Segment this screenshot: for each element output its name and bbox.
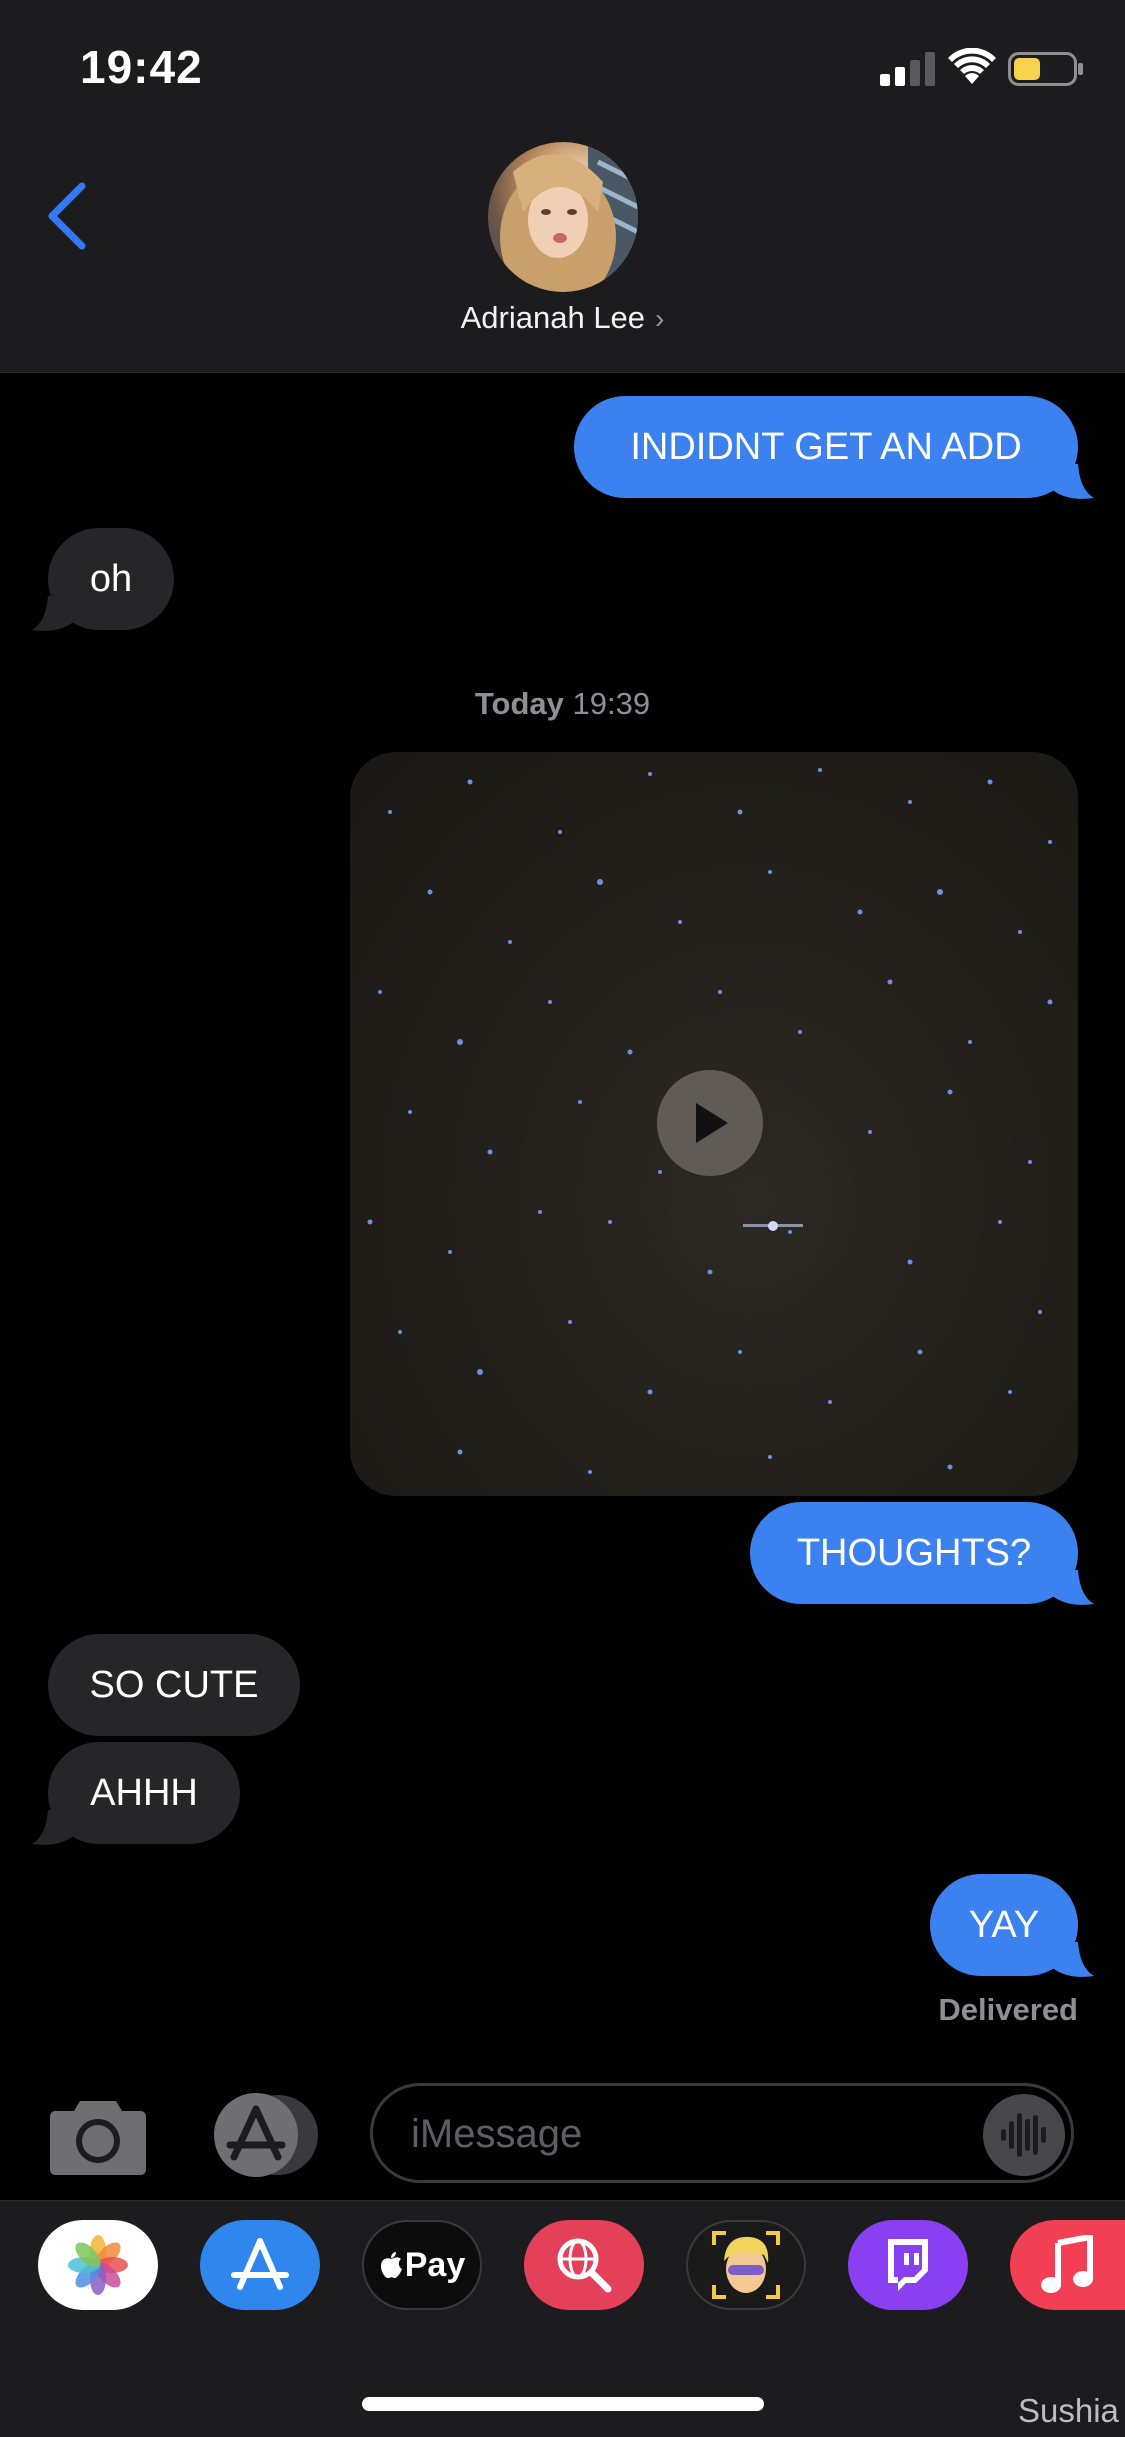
app-store-logo-icon <box>231 2238 289 2290</box>
search-images-app-button[interactable] <box>524 2220 644 2310</box>
photos-app-button[interactable] <box>38 2220 158 2310</box>
video-play-button[interactable] <box>657 1070 763 1176</box>
twitch-app-button[interactable] <box>848 2220 968 2310</box>
message-text: YAY <box>968 1904 1040 1946</box>
message-text-field[interactable] <box>409 2086 973 2182</box>
memoji-icon <box>712 2231 780 2299</box>
bubble-tail <box>32 596 76 631</box>
contact-avatar[interactable] <box>488 142 638 292</box>
waveform-icon <box>1001 2113 1046 2157</box>
camera-icon[interactable] <box>50 2095 146 2175</box>
photos-icon <box>68 2235 128 2295</box>
timestamp-time: 19:39 <box>572 686 651 721</box>
battery-icon <box>1008 52 1083 86</box>
bubble-tail <box>1050 1942 1094 1977</box>
bubble-tail <box>1050 1570 1094 1605</box>
home-indicator[interactable] <box>362 2397 764 2411</box>
bubble-tail <box>32 1810 76 1845</box>
contact-name: Adrianah Lee <box>460 300 646 335</box>
music-app-button[interactable] <box>1010 2220 1125 2310</box>
app-store-app-button[interactable] <box>200 2220 320 2310</box>
twitch-icon <box>888 2239 928 2291</box>
message-bubble-outgoing[interactable]: INDIDNT GET AN ADD <box>574 396 1078 498</box>
message-text: AHHH <box>90 1772 198 1814</box>
music-note-icon <box>1040 2235 1093 2293</box>
apple-logo-icon <box>380 2252 402 2279</box>
message-bubble-incoming[interactable]: AHHH <box>48 1742 240 1844</box>
watermark-text: Sushia <box>1018 2392 1119 2429</box>
message-text: INDIDNT GET AN ADD <box>630 426 1022 468</box>
bubble-tail <box>1050 464 1094 499</box>
wifi-icon <box>948 48 996 84</box>
message-text: oh <box>89 558 133 600</box>
back-chevron-icon[interactable] <box>40 178 100 254</box>
message-timestamp: Today 19:39 <box>0 686 1125 722</box>
message-text: THOUGHTS? <box>796 1532 1032 1574</box>
chevron-right-icon: › <box>655 303 665 334</box>
memoji-app-button[interactable] <box>686 2220 806 2310</box>
avatar-photo <box>500 142 638 292</box>
message-bubble-outgoing[interactable]: THOUGHTS? <box>750 1502 1078 1604</box>
status-time: 19:42 <box>80 41 203 93</box>
apple-pay-app-button[interactable]: Pay <box>362 2220 482 2310</box>
message-bubble-incoming[interactable]: SO CUTE <box>48 1634 300 1736</box>
app-store-icon[interactable] <box>208 2093 318 2177</box>
delivered-status: Delivered <box>938 1992 1078 2027</box>
message-text: SO CUTE <box>89 1664 259 1706</box>
audio-message-button[interactable] <box>983 2094 1065 2176</box>
play-icon <box>696 1103 728 1143</box>
contact-name-row[interactable]: Adrianah Lee › <box>0 300 1125 336</box>
timestamp-day: Today <box>474 686 564 721</box>
globe-search-icon <box>557 2238 612 2293</box>
message-input[interactable] <box>370 2083 1074 2183</box>
cellular-signal-icon <box>880 52 935 86</box>
apple-pay-label: Pay <box>404 2245 466 2284</box>
